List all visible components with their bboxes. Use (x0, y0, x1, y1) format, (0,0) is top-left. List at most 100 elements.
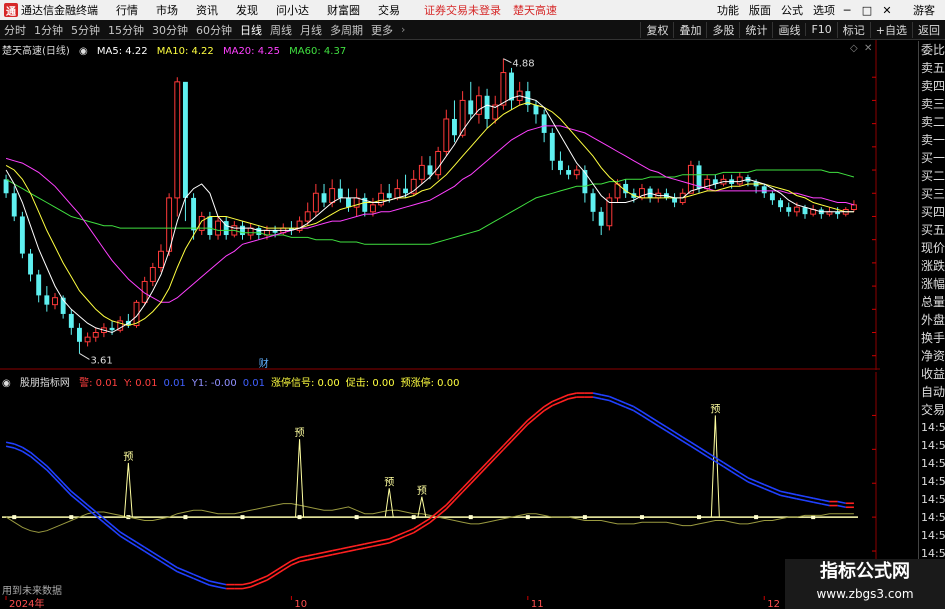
signal-spike (384, 488, 394, 518)
signal-line-segment (176, 570, 186, 576)
settings-icon[interactable]: ◉ (79, 46, 88, 57)
signal-line-segment (837, 500, 846, 505)
period-monthly[interactable]: 月线 (296, 22, 326, 38)
menu-faxian[interactable]: 发现 (236, 2, 258, 18)
menu-jiaoyi[interactable]: 交易 (378, 2, 400, 18)
indicator-value-0: 警: 0.01 (79, 378, 118, 389)
indicator-chart-panel[interactable]: 0.060.040.020.00-0.02-0.04预预预预预 ◉ 股朋指标网 … (0, 372, 909, 594)
tool-biaoji[interactable]: 标记 (836, 21, 870, 38)
signal-line-segment (388, 534, 398, 540)
guest-label[interactable]: 游客 (913, 2, 935, 18)
period-more[interactable]: 更多 (367, 22, 397, 38)
signal-line-segment (348, 544, 357, 549)
title-bar: 通 通达信金融终端 行情 市场 资讯 发现 问小达 财富圈 交易 证券交易未登录… (0, 0, 945, 20)
pre-limit-label: 预 (295, 427, 305, 439)
maximize-icon[interactable]: □ (859, 4, 875, 17)
tool-duogu[interactable]: 多股 (706, 21, 739, 38)
zero-line-marker (525, 515, 530, 520)
indicator-chart[interactable]: 0.060.040.020.00-0.02-0.04预预预预预 (0, 372, 909, 594)
period-multi[interactable]: 多周期 (326, 22, 367, 38)
chevron-right-icon[interactable]: › (397, 23, 409, 36)
tool-f10[interactable]: F10 (805, 23, 836, 36)
candle-down (590, 193, 596, 212)
signal-line-segment (380, 538, 390, 542)
tool-fanhui[interactable]: 返回 (912, 21, 945, 38)
login-status[interactable]: 证券交易未登录 (424, 2, 501, 18)
signal-spike (710, 415, 720, 518)
signal-line-segment (348, 548, 357, 553)
candle-down (533, 105, 539, 115)
pre-limit-label: 预 (384, 476, 394, 488)
period-weekly[interactable]: 周线 (266, 22, 296, 38)
sidebar-item-3: 卖三 (921, 97, 945, 111)
candle-down (557, 160, 563, 171)
candle-up (329, 188, 336, 204)
candle-up (174, 81, 181, 199)
candle-down (109, 327, 115, 331)
signal-line-segment (788, 496, 798, 500)
signal-line-segment (209, 584, 219, 588)
menu-shichang[interactable]: 市场 (156, 2, 178, 18)
candle-down (582, 170, 588, 194)
sidebar-sub-item-1[interactable]: 交易 (919, 401, 945, 419)
candle-down (182, 81, 188, 198)
indicator-settings-icon[interactable]: ◉ (2, 378, 11, 389)
tool-diejia[interactable]: 叠加 (673, 21, 706, 38)
minimize-icon[interactable]: ─ (839, 4, 855, 17)
menu-gongneng[interactable]: 功能 (717, 2, 739, 18)
sidebar-item-7: 买二 (921, 169, 945, 183)
menu-caifuquan[interactable]: 财富圈 (327, 2, 360, 18)
period-15min[interactable]: 15分钟 (104, 22, 148, 38)
sidebar-time-2: 14:56 (921, 457, 945, 470)
menu-zixun[interactable]: 资讯 (196, 2, 218, 18)
candle-down (452, 118, 457, 136)
ma5-label: MA5: 4.22 (96, 46, 148, 57)
menu-banmian[interactable]: 版面 (749, 2, 771, 18)
candle-down (761, 186, 767, 194)
watermark: 指标公式网 www.zbgs3.com (785, 559, 945, 609)
signal-line-segment (315, 555, 325, 559)
signal-line-segment (315, 551, 325, 555)
candle-up (52, 297, 58, 306)
signal-line-segment (299, 559, 308, 563)
candle-down (44, 295, 50, 305)
close-icon[interactable]: ✕ (879, 4, 895, 17)
period-60min[interactable]: 60分钟 (192, 22, 236, 38)
zero-line-marker (697, 515, 702, 520)
candle-down (566, 170, 572, 175)
signal-line-segment (250, 582, 260, 588)
signal-line-segment (609, 399, 618, 405)
menu-hangqing[interactable]: 行情 (116, 2, 138, 18)
zero-line-marker (297, 515, 302, 520)
sidebar-item-11: 现价 (921, 241, 945, 255)
kline-chart[interactable]: 4.804.704.604.504.404.304.204.104.003.90… (0, 40, 918, 370)
tool-zixuan[interactable]: +自选 (869, 21, 912, 38)
signal-line-segment (551, 397, 561, 403)
ma60-label: MA60: 4.37 (289, 46, 347, 57)
candle-down (36, 274, 42, 296)
candle-down (403, 188, 408, 194)
sidebar-sub-item-0[interactable]: 自动 (919, 383, 945, 401)
ma20-label: MA20: 4.25 (222, 46, 280, 57)
tool-huaxian[interactable]: 画线 (772, 21, 805, 38)
period-5min[interactable]: 5分钟 (67, 22, 104, 38)
menu-xuanxiang[interactable]: 选项 (813, 2, 835, 18)
kline-chart-panel[interactable]: 4.804.704.604.504.404.304.204.104.003.90… (0, 40, 918, 370)
period-1min[interactable]: 1分钟 (30, 22, 67, 38)
signal-line-segment (299, 555, 308, 559)
signal-line-segment (747, 477, 757, 482)
candle-up (500, 72, 507, 106)
menu-gongshi[interactable]: 公式 (781, 2, 803, 18)
period-30min[interactable]: 30分钟 (148, 22, 192, 38)
signal-line-segment (617, 403, 626, 408)
signal-line-segment (812, 501, 822, 505)
period-daily[interactable]: 日线 (236, 22, 266, 38)
tool-tongji[interactable]: 统计 (739, 21, 772, 38)
candle-up (443, 118, 450, 152)
candle-up (312, 192, 319, 213)
menu-wenxiaoda[interactable]: 问小达 (276, 2, 309, 18)
sidebar-item-8: 买三 (921, 187, 945, 201)
period-fenshi[interactable]: 分时 (0, 22, 30, 38)
signal-line-segment (592, 396, 602, 400)
tool-fuquan[interactable]: 复权 (640, 21, 673, 38)
